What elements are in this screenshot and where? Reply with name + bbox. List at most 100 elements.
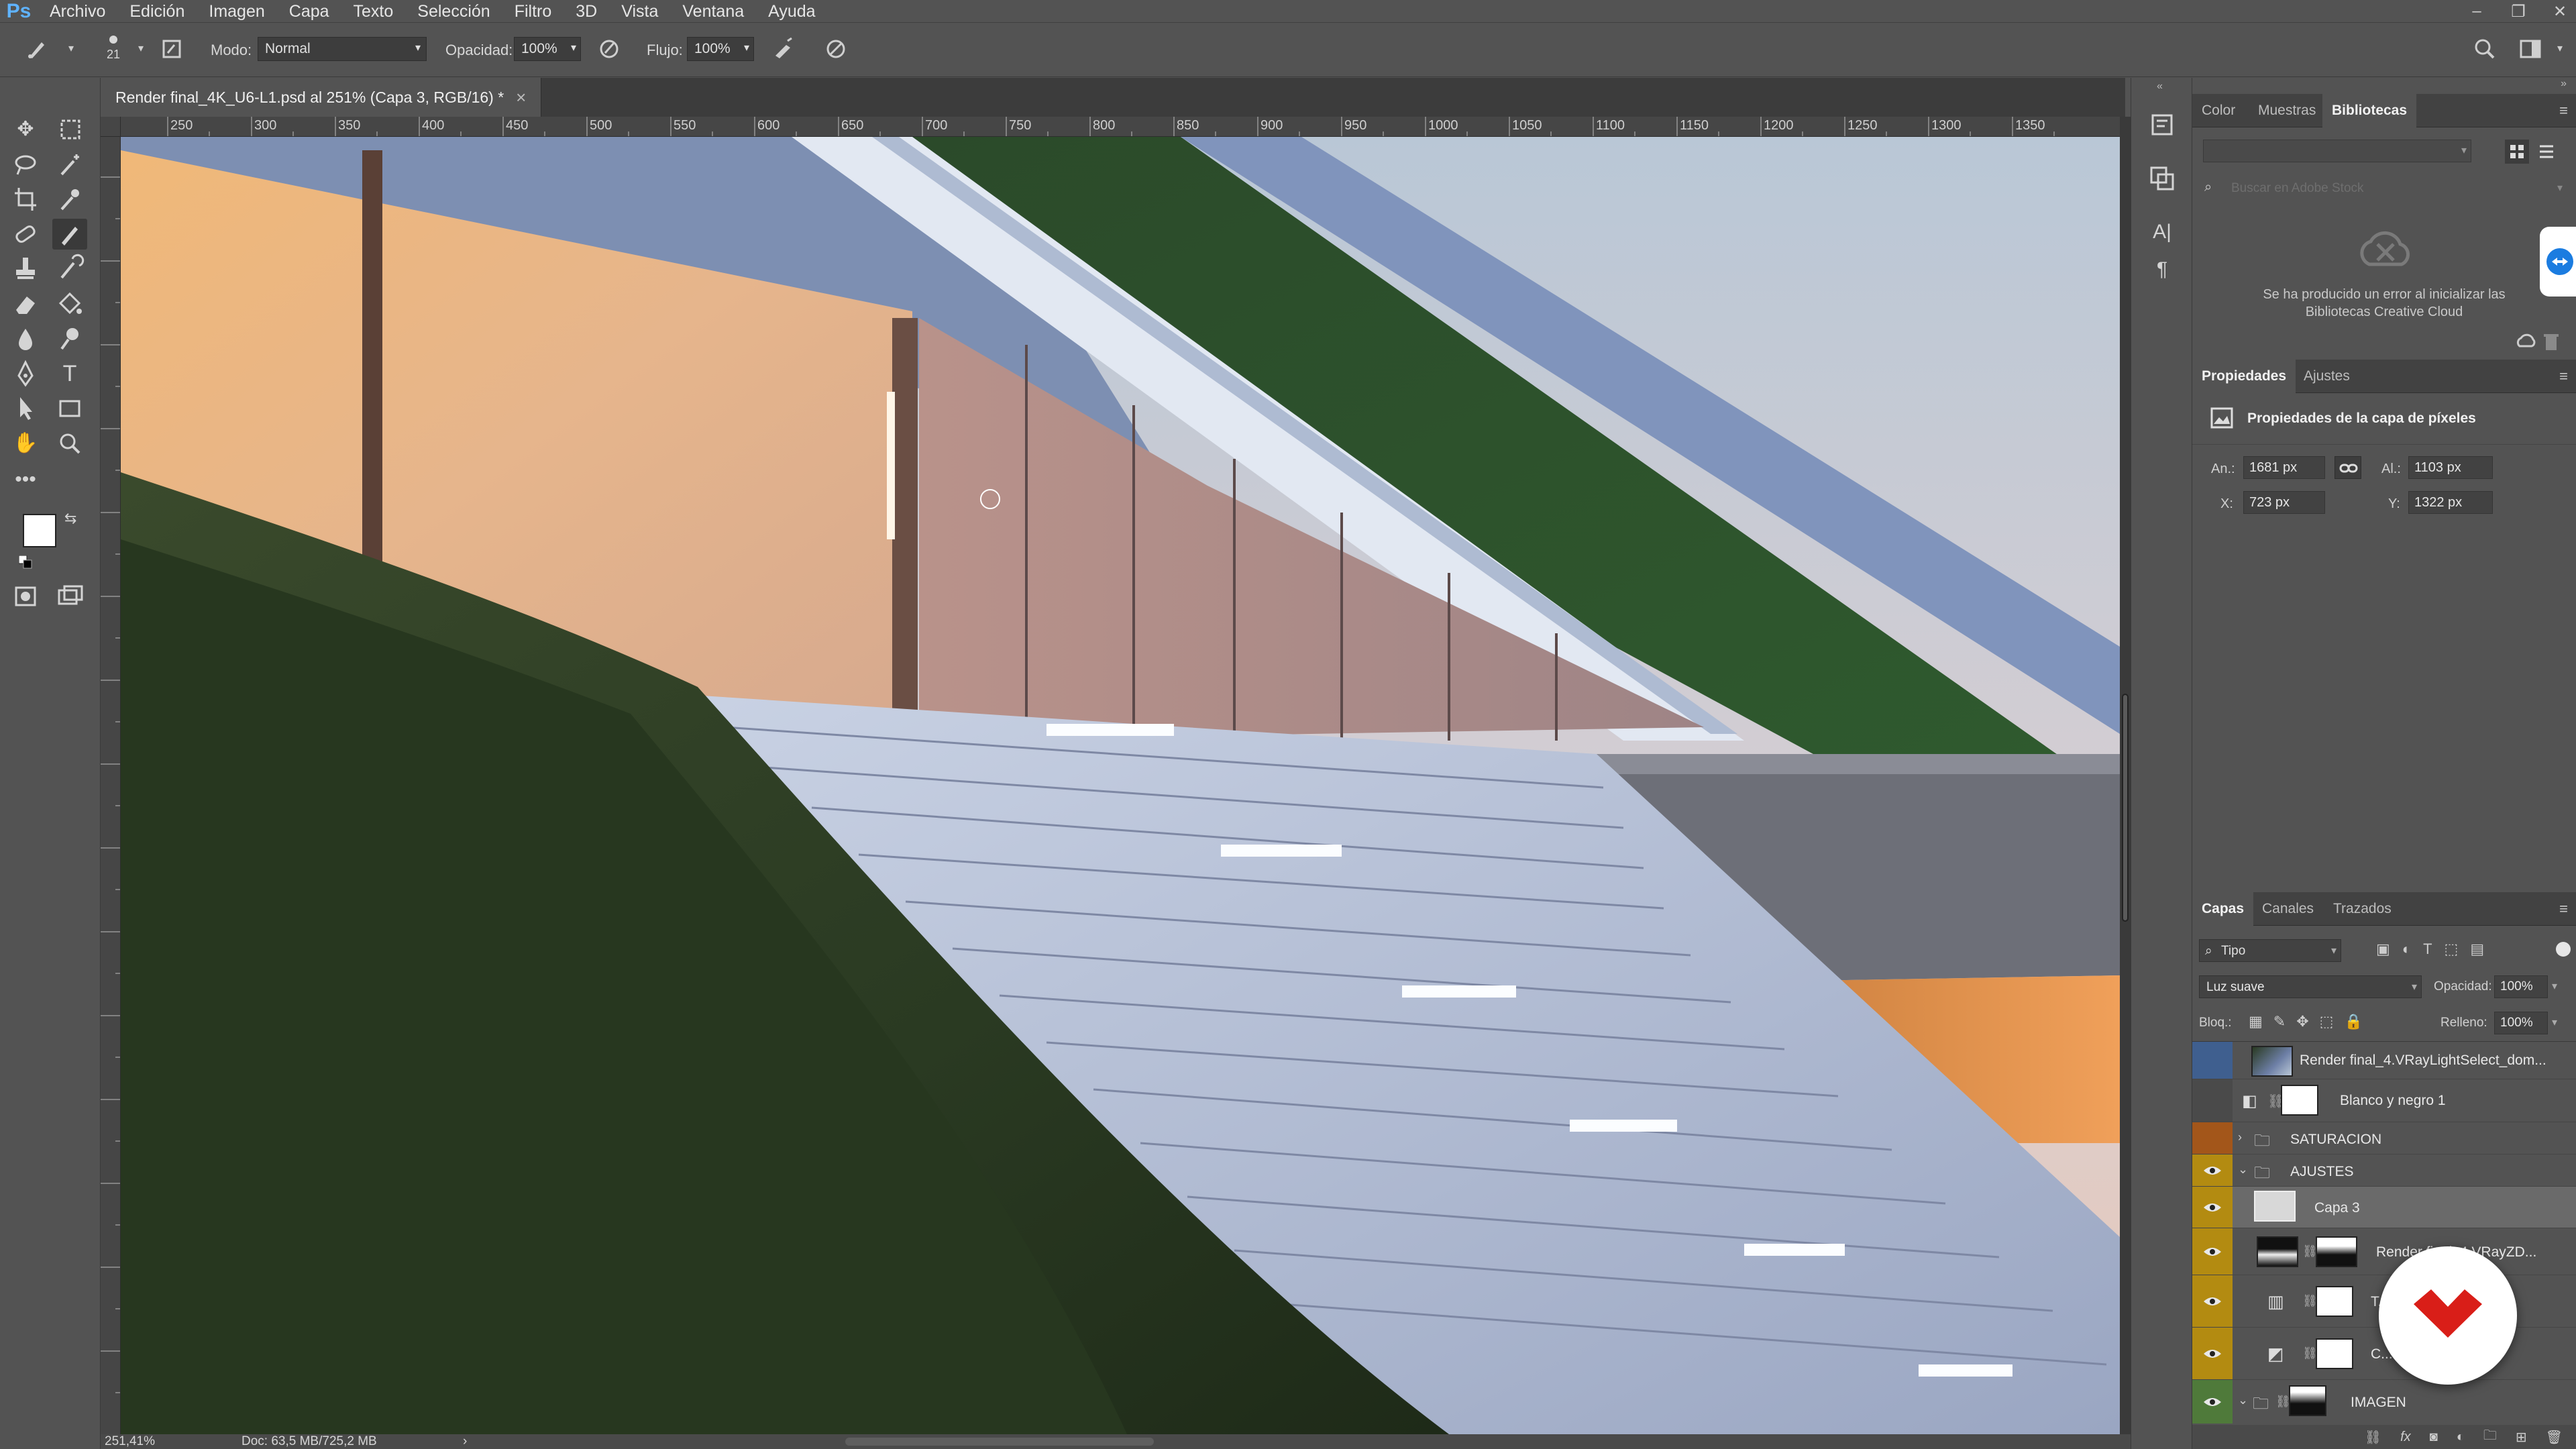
minimize-icon[interactable]: – bbox=[2467, 2, 2486, 21]
layer-visibility-toggle[interactable] bbox=[2192, 1155, 2233, 1186]
stock-search-field[interactable]: ⌕ Buscar en Adobe Stock ▾ bbox=[2203, 177, 2565, 200]
hand-tool-icon[interactable]: ✋ bbox=[8, 428, 43, 459]
menu-ayuda[interactable]: Ayuda bbox=[756, 0, 827, 23]
layer-visibility-toggle[interactable] bbox=[2192, 1228, 2233, 1275]
brush-tool-preset-icon[interactable] bbox=[24, 36, 51, 62]
ruler-origin[interactable] bbox=[101, 117, 121, 137]
menu-archivo[interactable]: Archivo bbox=[38, 0, 117, 23]
tab-muestras[interactable]: Muestras bbox=[2249, 94, 2325, 127]
collapse-panels-icon[interactable]: » bbox=[2561, 78, 2567, 90]
filter-pixel-icon[interactable]: ▣ bbox=[2376, 941, 2390, 958]
tab-propiedades[interactable]: Propiedades bbox=[2192, 360, 2296, 393]
brush-size-picker[interactable]: 21 bbox=[102, 34, 125, 68]
default-colors-icon[interactable] bbox=[19, 555, 32, 569]
x-input[interactable]: 723 px bbox=[2243, 491, 2325, 514]
close-tab-icon[interactable]: × bbox=[516, 87, 526, 108]
magic-wand-tool-icon[interactable] bbox=[52, 149, 87, 180]
document-canvas[interactable] bbox=[121, 137, 2120, 1434]
screen-mode-icon[interactable] bbox=[52, 581, 87, 612]
lasso-tool-icon[interactable] bbox=[8, 149, 43, 180]
brush-tool-icon[interactable] bbox=[52, 219, 87, 250]
tab-color[interactable]: Color bbox=[2192, 94, 2245, 127]
tab-trazados[interactable]: Trazados bbox=[2324, 892, 2401, 926]
quick-mask-icon[interactable] bbox=[8, 581, 43, 612]
flow-input[interactable]: 100% ▾ bbox=[687, 37, 754, 61]
photoshop-logo[interactable]: Ps bbox=[0, 0, 38, 23]
tab-capas[interactable]: Capas bbox=[2192, 892, 2254, 926]
brush-size-chevron-icon[interactable]: ▾ bbox=[127, 36, 154, 62]
clone-stamp-tool-icon[interactable] bbox=[8, 254, 43, 284]
menu-capa[interactable]: Capa bbox=[277, 0, 341, 23]
menu-imagen[interactable]: Imagen bbox=[197, 0, 276, 23]
layer-visibility-toggle[interactable] bbox=[2192, 1328, 2233, 1379]
layer-filter-select[interactable]: ⌕ Tipo ▾ bbox=[2199, 939, 2341, 962]
tab-bibliotecas[interactable]: Bibliotecas bbox=[2322, 94, 2417, 127]
lock-position-icon[interactable]: ✥ bbox=[2296, 1013, 2308, 1030]
layer-visibility-toggle[interactable] bbox=[2192, 1042, 2233, 1079]
blend-mode-select[interactable]: Luz suave ▾ bbox=[2199, 975, 2422, 998]
layer-group-row[interactable]: › 🗀 SATURACION bbox=[2192, 1122, 2576, 1155]
link-layers-icon[interactable]: ⛓ bbox=[2365, 1429, 2381, 1446]
rectangle-tool-icon[interactable] bbox=[52, 393, 87, 424]
layer-visibility-toggle[interactable] bbox=[2192, 1187, 2233, 1228]
character-panel-icon[interactable]: A| bbox=[2146, 216, 2178, 248]
canvas-vertical-scrollbar[interactable] bbox=[2120, 117, 2131, 1434]
brush-panel-toggle-icon[interactable] bbox=[158, 36, 185, 62]
add-mask-icon[interactable]: ◙ bbox=[2430, 1430, 2438, 1445]
libraries-panel-menu-icon[interactable]: ≡ bbox=[2559, 102, 2568, 119]
menu-edicion[interactable]: Edición bbox=[117, 0, 197, 23]
path-selection-tool-icon[interactable] bbox=[8, 393, 43, 424]
new-adjustment-icon[interactable]: ◐ bbox=[2457, 1430, 2465, 1445]
lock-artboard-icon[interactable]: ⬚ bbox=[2320, 1013, 2334, 1030]
blur-tool-icon[interactable] bbox=[8, 323, 43, 354]
menu-ventana[interactable]: Ventana bbox=[670, 0, 756, 23]
layer-visibility-toggle[interactable] bbox=[2192, 1079, 2233, 1122]
mode-select[interactable]: Normal ▾ bbox=[258, 37, 427, 61]
horizontal-scroll-thumb[interactable] bbox=[845, 1438, 1154, 1446]
group-collapse-icon[interactable]: ⌄ bbox=[2238, 1393, 2248, 1407]
pressure-opacity-icon[interactable] bbox=[596, 36, 623, 62]
layers-panel-menu-icon[interactable]: ≡ bbox=[2559, 900, 2568, 918]
filter-toggle-icon[interactable] bbox=[2556, 942, 2571, 957]
properties-panel-menu-icon[interactable]: ≡ bbox=[2559, 368, 2568, 385]
type-tool-icon[interactable]: T bbox=[52, 358, 87, 389]
history-brush-tool-icon[interactable] bbox=[52, 254, 87, 284]
grid-view-icon[interactable] bbox=[2505, 140, 2529, 164]
filter-adjustment-icon[interactable]: ◐ bbox=[2402, 941, 2411, 958]
library-trash-icon[interactable] bbox=[2541, 330, 2561, 353]
foreground-color-swatch[interactable] bbox=[23, 514, 56, 547]
filter-shape-icon[interactable]: ⬚ bbox=[2445, 941, 2459, 958]
vertical-ruler[interactable] bbox=[101, 137, 121, 1434]
filter-type-icon[interactable]: T bbox=[2423, 941, 2432, 958]
swap-colors-icon[interactable]: ⇆ bbox=[64, 510, 76, 527]
fill-chevron-icon[interactable]: ▾ bbox=[2552, 1016, 2557, 1029]
close-icon[interactable]: ✕ bbox=[2551, 2, 2569, 21]
dodge-tool-icon[interactable] bbox=[52, 323, 87, 354]
crop-tool-icon[interactable] bbox=[8, 184, 43, 215]
library-select[interactable]: ▾ bbox=[2203, 140, 2471, 162]
pen-tool-icon[interactable] bbox=[8, 358, 43, 389]
layer-opacity-chevron-icon[interactable]: ▾ bbox=[2552, 979, 2557, 993]
filter-smart-object-icon[interactable]: ▤ bbox=[2470, 941, 2484, 958]
healing-brush-tool-icon[interactable] bbox=[8, 219, 43, 250]
vertical-scroll-thumb[interactable] bbox=[2122, 694, 2129, 922]
eraser-tool-icon[interactable] bbox=[8, 288, 43, 319]
eyedropper-tool-icon[interactable] bbox=[52, 184, 87, 215]
layer-group-row[interactable]: ⌄ 🗀 ⛓ IMAGEN bbox=[2192, 1380, 2576, 1424]
layer-group-row[interactable]: ⌄ 🗀 AJUSTES bbox=[2192, 1155, 2576, 1187]
search-icon[interactable] bbox=[2471, 36, 2498, 62]
horizontal-ruler[interactable]: 250 300 350 400 450 500 550 600 650 700 … bbox=[121, 117, 2120, 137]
collapse-dock-icon[interactable]: « bbox=[2157, 80, 2163, 93]
status-expand-icon[interactable]: › bbox=[463, 1434, 467, 1449]
more-tools-icon[interactable]: ••• bbox=[8, 464, 43, 495]
teamviewer-icon[interactable] bbox=[2540, 227, 2576, 297]
new-group-icon[interactable]: 🗀 bbox=[2483, 1426, 2497, 1448]
restore-icon[interactable]: ❐ bbox=[2509, 2, 2528, 21]
pressure-size-icon[interactable] bbox=[822, 36, 849, 62]
history-panel-icon[interactable] bbox=[2146, 109, 2178, 141]
zoom-level[interactable]: 251,41% bbox=[105, 1434, 155, 1449]
chevron-down-icon[interactable]: ▾ bbox=[58, 36, 85, 62]
group-collapse-icon[interactable]: ⌄ bbox=[2238, 1163, 2248, 1177]
paint-bucket-tool-icon[interactable] bbox=[52, 288, 87, 319]
layer-visibility-toggle[interactable] bbox=[2192, 1275, 2233, 1327]
